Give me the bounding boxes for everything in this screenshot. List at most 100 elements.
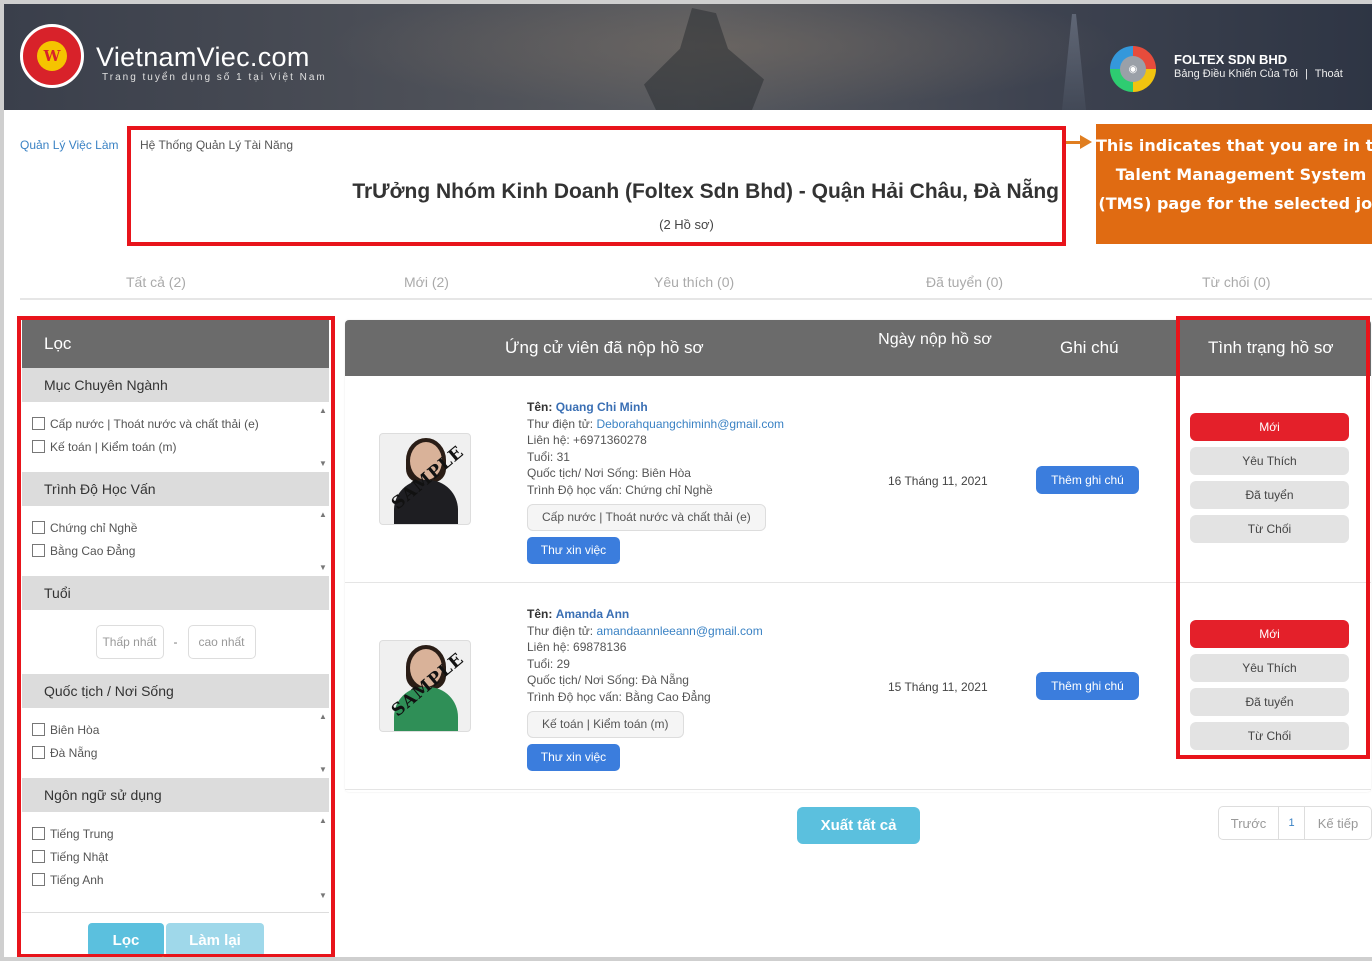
nationality-list[interactable]: Biên Hòa Đà Nẵng ▲ ▼ bbox=[22, 708, 329, 778]
pagination-page[interactable]: 1 bbox=[1279, 807, 1305, 839]
table-header: Ứng cử viên đã nộp hồ sơ Ngày nộp hồ sơ … bbox=[345, 320, 1371, 376]
header-status: Tình trạng hồ sơ bbox=[1208, 338, 1334, 357]
filter-actions: Lọc Làm lại bbox=[22, 912, 329, 957]
scrollbar[interactable]: ▲ ▼ bbox=[319, 712, 327, 774]
brand-tagline: Trang tuyển dụng số 1 tại Việt Nam bbox=[102, 72, 327, 83]
candidate-name-link[interactable]: Quang Chi Minh bbox=[556, 400, 648, 414]
account-links: Bảng Điều Khiển Của Tôi | Thoát bbox=[1174, 68, 1343, 80]
age-max-input[interactable]: cao nhất bbox=[187, 625, 256, 659]
status-hired-button[interactable]: Đã tuyển bbox=[1190, 481, 1349, 509]
filter-section-language: Ngôn ngữ sử dụng bbox=[22, 778, 329, 812]
status-rejected-button[interactable]: Từ Chối bbox=[1190, 722, 1349, 750]
filter-option[interactable]: Kế toán | Kiểm toán (m) bbox=[32, 435, 329, 458]
pagination-prev[interactable]: Trước bbox=[1219, 807, 1279, 839]
filter-option[interactable]: Đà Nẵng bbox=[32, 741, 329, 764]
filter-panel: Lọc Mục Chuyên Ngành Cấp nước | Thoát nư… bbox=[22, 320, 329, 957]
status-new-button[interactable]: Mới bbox=[1190, 620, 1349, 648]
breadcrumb-job-management[interactable]: Quản Lý Việc Làm bbox=[20, 138, 119, 152]
applied-date: 15 Tháng 11, 2021 bbox=[888, 680, 988, 694]
tab-all[interactable]: Tất cả (2) bbox=[126, 274, 186, 290]
age-min-input[interactable]: Thấp nhất bbox=[95, 625, 164, 659]
checkbox[interactable] bbox=[32, 873, 45, 886]
candidate-name-link[interactable]: Amanda Ann bbox=[556, 607, 630, 621]
candidate-email-link[interactable]: amandaannleeann@gmail.com bbox=[596, 624, 762, 638]
filter-option[interactable]: Cấp nước | Thoát nước và chất thải (e) bbox=[32, 412, 329, 435]
checkbox[interactable] bbox=[32, 723, 45, 736]
chevron-down-icon[interactable]: ▼ bbox=[319, 459, 327, 468]
tab-hired[interactable]: Đã tuyển (0) bbox=[926, 274, 1003, 290]
status-favorite-button[interactable]: Yêu Thích bbox=[1190, 654, 1349, 682]
table-row: SAMPLE Tên: Amanda Ann Thư điện tử: aman… bbox=[345, 584, 1371, 790]
candidate-nationality: Biên Hòa bbox=[641, 466, 691, 480]
tab-rejected[interactable]: Từ chối (0) bbox=[1202, 274, 1271, 290]
pagination-next[interactable]: Kế tiếp bbox=[1305, 807, 1371, 839]
candidate-age: 31 bbox=[556, 449, 570, 464]
annotation-arrow-head bbox=[1080, 135, 1092, 149]
cover-letter-button[interactable]: Thư xin việc bbox=[527, 743, 620, 771]
status-hired-button[interactable]: Đã tuyển bbox=[1190, 688, 1349, 716]
candidate-education: Chứng chỉ Nghề bbox=[625, 482, 713, 497]
add-note-button[interactable]: Thêm ghi chú bbox=[1036, 672, 1139, 700]
status-favorite-button[interactable]: Yêu Thích bbox=[1190, 447, 1349, 475]
chevron-down-icon[interactable]: ▼ bbox=[319, 563, 327, 572]
candidate-age: 29 bbox=[556, 656, 570, 671]
filter-option[interactable]: Chứng chỉ Nghề bbox=[32, 516, 329, 539]
candidate-photo[interactable]: SAMPLE bbox=[379, 433, 471, 525]
applicant-table: Ứng cử viên đã nộp hồ sơ Ngày nộp hồ sơ … bbox=[345, 320, 1371, 792]
cover-letter-button[interactable]: Thư xin việc bbox=[527, 536, 620, 564]
education-list[interactable]: Chứng chỉ Nghề Bằng Cao Đẳng ▲ ▼ bbox=[22, 506, 329, 576]
logout-link[interactable]: Thoát bbox=[1315, 68, 1343, 80]
chevron-down-icon[interactable]: ▼ bbox=[319, 891, 327, 900]
status-rejected-button[interactable]: Từ Chối bbox=[1190, 515, 1349, 543]
checkbox[interactable] bbox=[32, 746, 45, 759]
add-note-button[interactable]: Thêm ghi chú bbox=[1036, 466, 1139, 494]
annotation-arrow-up bbox=[156, 956, 170, 957]
filter-title: Lọc bbox=[22, 320, 329, 368]
chevron-up-icon[interactable]: ▲ bbox=[319, 712, 327, 721]
checkbox[interactable] bbox=[32, 827, 45, 840]
checkbox[interactable] bbox=[32, 544, 45, 557]
language-list[interactable]: Tiếng Trung Tiếng Nhật Tiếng Anh ▲ ▼ bbox=[22, 812, 329, 904]
header-date: Ngày nộp hồ sơ bbox=[878, 331, 992, 348]
candidate-photo[interactable]: SAMPLE bbox=[379, 640, 471, 732]
filter-option[interactable]: Tiếng Trung bbox=[32, 822, 329, 845]
page-title: TrƯởng Nhóm Kinh Doanh (Foltex Sdn Bhd) … bbox=[352, 180, 1059, 203]
filter-section-education: Trình Độ Học Vấn bbox=[22, 472, 329, 506]
filter-option[interactable]: Bằng Cao Đẳng bbox=[32, 539, 329, 562]
checkbox[interactable] bbox=[32, 440, 45, 453]
candidate-nationality: Đà Nẵng bbox=[641, 673, 689, 687]
company-name: FOLTEX SDN BHD bbox=[1174, 52, 1288, 67]
chevron-up-icon[interactable]: ▲ bbox=[319, 816, 327, 825]
industry-list[interactable]: Cấp nước | Thoát nước và chất thải (e) K… bbox=[22, 402, 329, 472]
pagination: Trước 1 Kế tiếp bbox=[1218, 806, 1372, 840]
filter-option[interactable]: Tiếng Nhật bbox=[32, 845, 329, 868]
checkbox[interactable] bbox=[32, 521, 45, 534]
scrollbar[interactable]: ▲ ▼ bbox=[319, 816, 327, 900]
scrollbar[interactable]: ▲ ▼ bbox=[319, 406, 327, 468]
chevron-up-icon[interactable]: ▲ bbox=[319, 510, 327, 519]
checkbox[interactable] bbox=[32, 417, 45, 430]
filter-section-nationality: Quốc tịch / Nơi Sống bbox=[22, 674, 329, 708]
brand-name[interactable]: VietnamViec.com bbox=[96, 42, 310, 73]
tab-new[interactable]: Mới (2) bbox=[404, 274, 449, 290]
checkbox[interactable] bbox=[32, 850, 45, 863]
logo-letter: W bbox=[37, 41, 67, 71]
filter-apply-button[interactable]: Lọc bbox=[88, 923, 164, 957]
scrollbar[interactable]: ▲ ▼ bbox=[319, 510, 327, 572]
filter-section-age: Tuổi bbox=[22, 576, 329, 610]
filter-option[interactable]: Biên Hòa bbox=[32, 718, 329, 741]
filter-reset-button[interactable]: Làm lại bbox=[166, 923, 264, 957]
candidate-email-link[interactable]: Deborahquangchiminh@gmail.com bbox=[596, 417, 784, 431]
candidate-phone: +6971360278 bbox=[573, 433, 647, 447]
status-tabs: Tất cả (2) Mới (2) Yêu thích (0) Đã tuyể… bbox=[20, 270, 1372, 300]
tab-favorite[interactable]: Yêu thích (0) bbox=[654, 274, 734, 290]
company-logo: ◉ bbox=[1110, 46, 1156, 92]
dashboard-link[interactable]: Bảng Điều Khiển Của Tôi bbox=[1174, 68, 1298, 80]
site-logo[interactable]: W bbox=[20, 24, 84, 88]
export-all-button[interactable]: Xuất tất cả bbox=[797, 807, 920, 844]
chevron-up-icon[interactable]: ▲ bbox=[319, 406, 327, 415]
applicant-count: (2 Hồ sơ) bbox=[659, 217, 714, 232]
filter-option[interactable]: Tiếng Anh bbox=[32, 868, 329, 891]
chevron-down-icon[interactable]: ▼ bbox=[319, 765, 327, 774]
status-new-button[interactable]: Mới bbox=[1190, 413, 1349, 441]
